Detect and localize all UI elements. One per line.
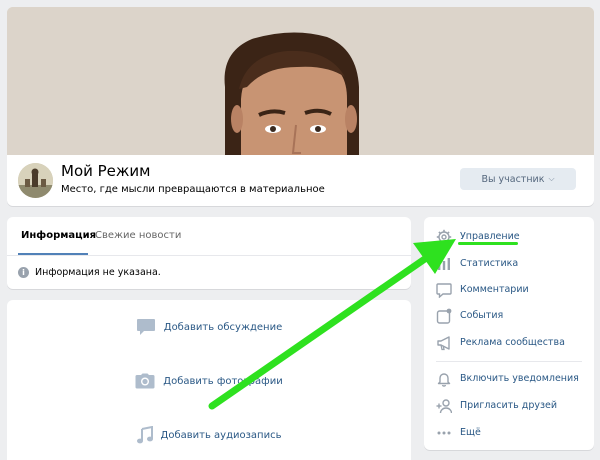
active-tab-indicator (18, 253, 88, 255)
info-line: i Информация не указана. (18, 265, 161, 279)
actions-card: Добавить обсуждение Добавить фотографии (7, 300, 411, 460)
tab-info[interactable]: Информация (21, 230, 96, 241)
menu-item-comments[interactable]: Комментарии (424, 280, 594, 300)
gear-icon (436, 229, 452, 245)
menu-item-community-ads[interactable]: Реклама сообщества (424, 333, 594, 353)
menu-item-notifications[interactable]: Включить уведомления (424, 369, 594, 389)
member-button-label: Вы участник (481, 173, 545, 185)
comment-icon (436, 282, 452, 299)
music-note-icon (136, 426, 153, 444)
events-icon (436, 308, 452, 324)
add-discussion-label: Добавить обсуждение (163, 321, 283, 333)
menu-label-invite-friends: Пригласить друзей (460, 400, 558, 411)
menu-label-more: Ещё (460, 427, 481, 438)
cover-image (7, 7, 594, 155)
info-tabs: Информация Свежие новости (7, 217, 411, 256)
avatar-image (18, 163, 53, 198)
annotation-underline (458, 242, 518, 245)
menu-item-invite-friends[interactable]: Пригласить друзей (424, 396, 594, 416)
community-info-row: Мой Режим Место, где мысли превращаются … (7, 155, 594, 206)
invite-friends-icon (436, 398, 453, 414)
menu-item-more[interactable]: Ещё (424, 423, 594, 443)
add-audio-label: Добавить аудиозапись (160, 429, 282, 441)
add-audio-button[interactable]: Добавить аудиозапись (7, 423, 411, 447)
community-side-menu: Управление Статистика Комментарии Событи… (424, 217, 594, 450)
community-avatar[interactable] (18, 163, 53, 198)
menu-label-statistics: Статистика (460, 258, 519, 269)
info-icon: i (18, 266, 29, 278)
cover-portrait-image (7, 7, 594, 155)
chevron-down-icon: ⌵ (548, 174, 555, 183)
menu-label-events: События (460, 310, 504, 321)
community-name: Мой Режим (61, 162, 151, 180)
add-photos-label: Добавить фотографии (163, 375, 283, 387)
menu-item-events[interactable]: События (424, 306, 594, 326)
discussion-icon (136, 318, 156, 336)
add-photos-button[interactable]: Добавить фотографии (7, 369, 411, 393)
add-discussion-button[interactable]: Добавить обсуждение (7, 315, 411, 339)
community-header: Мой Режим Место, где мысли превращаются … (7, 7, 594, 206)
tab-fresh-news[interactable]: Свежие новости (95, 230, 181, 241)
menu-label-community-ads: Реклама сообщества (460, 337, 565, 348)
statistics-icon (436, 256, 452, 272)
menu-label-management: Управление (460, 231, 520, 242)
megaphone-icon (436, 335, 452, 351)
more-icon (436, 425, 452, 441)
community-status: Место, где мысли превращаются в материал… (61, 184, 325, 195)
menu-label-notifications: Включить уведомления (460, 373, 579, 384)
member-button[interactable]: Вы участник ⌵ (460, 168, 576, 190)
menu-item-statistics[interactable]: Статистика (424, 254, 594, 274)
vk-community-page: Мой Режим Место, где мысли превращаются … (0, 0, 600, 460)
info-card: Информация Свежие новости i Информация н… (7, 217, 411, 289)
bell-icon (436, 371, 452, 387)
menu-label-comments: Комментарии (460, 284, 529, 295)
info-text: Информация не указана. (35, 266, 161, 278)
camera-icon (135, 373, 155, 389)
menu-divider (436, 361, 582, 362)
